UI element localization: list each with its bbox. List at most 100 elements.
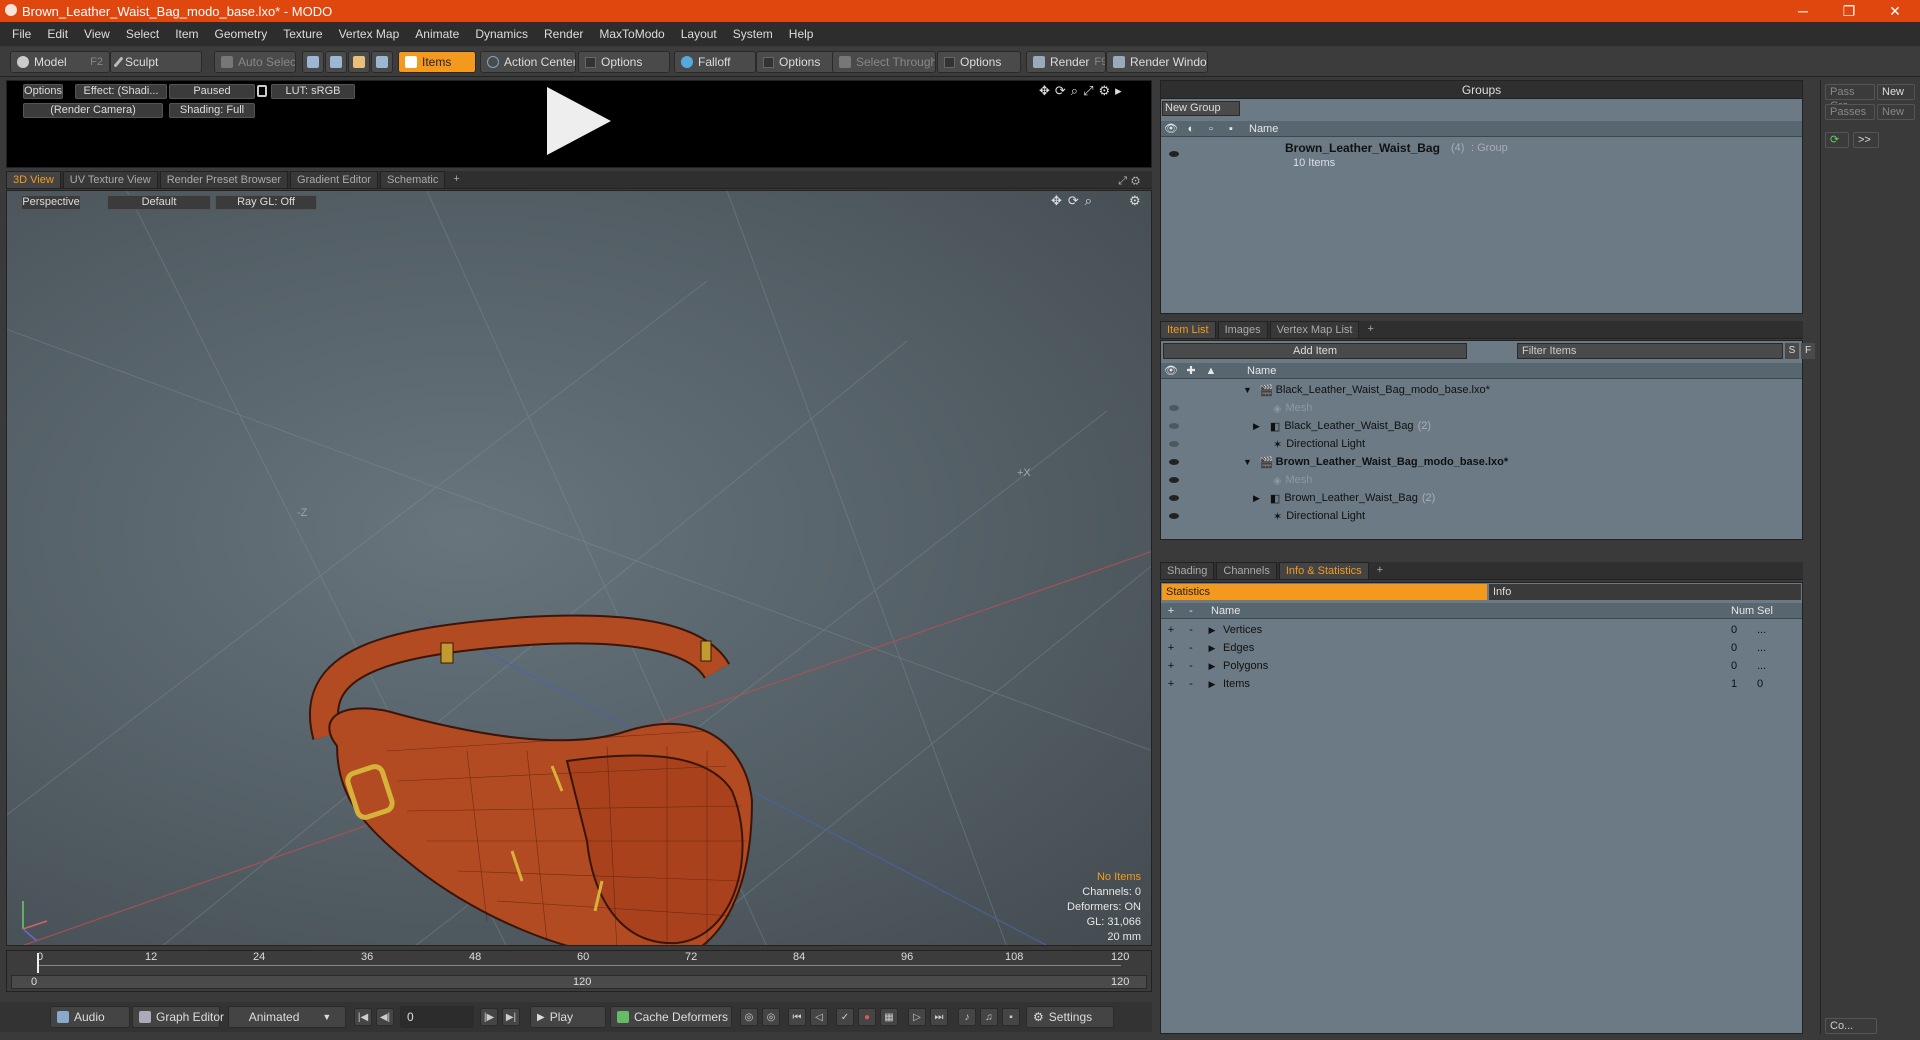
menu-file[interactable]: File	[4, 27, 39, 41]
materials-mode-button[interactable]	[371, 51, 393, 73]
key-prev-button[interactable]: ⏮	[788, 1008, 806, 1026]
playhead[interactable]	[37, 953, 39, 973]
viewport-gear-icon[interactable]: ⚙	[1129, 193, 1141, 209]
shading-dropdown[interactable]: Shading: Full	[169, 103, 255, 118]
edges-mode-button[interactable]	[325, 51, 347, 73]
eye-icon[interactable]	[1169, 513, 1179, 519]
tab-item-list[interactable]: Item List	[1160, 321, 1216, 338]
item-row-black-mesh[interactable]: ◈ Mesh	[1161, 399, 1802, 417]
tab-gradient-editor[interactable]: Gradient Editor	[290, 171, 378, 188]
new-group-button[interactable]: New Group	[1162, 101, 1240, 116]
tab-channels[interactable]: Channels	[1216, 562, 1277, 579]
collapsed-panel-button[interactable]: Co...	[1825, 1018, 1877, 1034]
graph-editor-button[interactable]: Graph Editor	[132, 1006, 224, 1028]
maximize-button[interactable]: ❐	[1826, 0, 1872, 22]
render-window-button[interactable]: Render Window	[1106, 51, 1208, 73]
eye-icon[interactable]	[1169, 151, 1179, 157]
key-back-button[interactable]: ◁	[810, 1008, 828, 1026]
filter-f-button[interactable]: F	[1801, 343, 1815, 359]
frame-input[interactable]: 0	[400, 1006, 474, 1028]
preview-paused-button[interactable]: Paused	[169, 84, 255, 99]
stats-row-vertices[interactable]: + - ▶ Vertices 0 ...	[1161, 621, 1802, 639]
eye-icon[interactable]	[1169, 405, 1179, 411]
add-tab-button[interactable]: +	[1371, 562, 1389, 579]
add-tab-button[interactable]: +	[447, 171, 465, 188]
default-dropdown[interactable]: Default	[107, 195, 211, 210]
filter-items-input[interactable]: Filter Items	[1517, 343, 1783, 359]
preview-options-button[interactable]: Options	[23, 84, 63, 99]
tab-images[interactable]: Images	[1217, 321, 1268, 338]
record-button[interactable]: ●	[858, 1008, 876, 1026]
item-row-brown-light[interactable]: ✶ Directional Light	[1161, 507, 1802, 525]
menu-select[interactable]: Select	[118, 27, 167, 41]
filter-s-button[interactable]: S	[1785, 343, 1799, 359]
audio-tool-2-button[interactable]: ♫	[980, 1008, 998, 1026]
menu-animate[interactable]: Animate	[407, 27, 467, 41]
eye-icon[interactable]	[1169, 477, 1179, 483]
stats-row-items[interactable]: + - ▶ Items 1 0	[1161, 675, 1802, 693]
item-row-black-bag[interactable]: ▶ ◧ Black_Leather_Waist_Bag (2)	[1161, 417, 1802, 435]
menu-layout[interactable]: Layout	[673, 27, 725, 41]
menu-help[interactable]: Help	[781, 27, 822, 41]
menu-view[interactable]: View	[76, 27, 118, 41]
viewport-nav-icons[interactable]: ✥⟳⌕	[1051, 193, 1098, 209]
item-row-black-light[interactable]: ✶ Directional Light	[1161, 435, 1802, 453]
action-center-options-button[interactable]: Options	[578, 51, 670, 73]
menu-item[interactable]: Item	[167, 27, 206, 41]
item-row-black-scene[interactable]: ▼ 🎬 Black_Leather_Waist_Bag_modo_base.lx…	[1161, 381, 1802, 399]
tab-shading[interactable]: Shading	[1160, 562, 1215, 579]
statistics-tab[interactable]: Statistics	[1162, 584, 1487, 600]
item-row-brown-scene[interactable]: ▼ 🎬 Brown_Leather_Waist_Bag_modo_base.lx…	[1161, 453, 1802, 471]
refresh-icon[interactable]: ⟳	[1825, 132, 1849, 148]
eye-icon[interactable]	[1169, 459, 1179, 465]
stats-row-edges[interactable]: + - ▶ Edges 0 ...	[1161, 639, 1802, 657]
animated-dropdown[interactable]: Animated ▼	[228, 1006, 346, 1028]
collapse-all-icon[interactable]: -	[1181, 605, 1201, 617]
preview-nav-icons[interactable]: ✥⟳⌕⤢⚙▸	[1039, 83, 1127, 99]
pass-groups-label[interactable]: Pass Gro	[1825, 84, 1875, 112]
raygl-dropdown[interactable]: Ray GL: Off	[215, 195, 317, 210]
render-camera-dropdown[interactable]: (Render Camera)	[23, 103, 163, 118]
tab-vertex-map-list[interactable]: Vertex Map List	[1269, 321, 1360, 338]
cache-deformers-button[interactable]: Cache Deformers	[610, 1006, 732, 1028]
play-icon[interactable]	[547, 87, 611, 155]
add-item-button[interactable]: Add Item	[1163, 343, 1467, 359]
audio-tool-1-button[interactable]: ♪	[958, 1008, 976, 1026]
tab-uv-texture-view[interactable]: UV Texture View	[62, 171, 158, 188]
audio-tool-3-button[interactable]: ▪	[1002, 1008, 1020, 1026]
lock-icon[interactable]	[257, 85, 267, 97]
item-row-brown-bag[interactable]: ▶ ◧ Brown_Leather_Waist_Bag (2)	[1161, 489, 1802, 507]
stats-row-polygons[interactable]: + - ▶ Polygons 0 ...	[1161, 657, 1802, 675]
lut-dropdown[interactable]: LUT: sRGB	[271, 84, 355, 99]
preview-effect-dropdown[interactable]: Effect: (Shadi...	[75, 84, 167, 99]
menu-system[interactable]: System	[725, 27, 781, 41]
play-button[interactable]: ▶ Play	[530, 1006, 606, 1028]
go-to-start-button[interactable]: |◀	[354, 1008, 372, 1026]
items-mode-button[interactable]: Items	[398, 51, 476, 73]
eye-icon[interactable]	[1169, 495, 1179, 501]
tab-render-preset-browser[interactable]: Render Preset Browser	[159, 171, 289, 188]
menu-dynamics[interactable]: Dynamics	[467, 27, 536, 41]
menu-geometry[interactable]: Geometry	[207, 27, 276, 41]
render-button[interactable]: Render F9	[1026, 51, 1106, 73]
go-to-end-button[interactable]: ▶|	[502, 1008, 520, 1026]
new-pass-group-button[interactable]: New	[1877, 84, 1915, 100]
key-next-button[interactable]: ▷	[908, 1008, 926, 1026]
add-tab-button[interactable]: +	[1361, 321, 1379, 338]
key-last-button[interactable]: ⏭	[930, 1008, 948, 1026]
polygons-mode-button[interactable]	[348, 51, 370, 73]
vertices-mode-button[interactable]	[302, 51, 324, 73]
step-forward-button[interactable]: |▶	[480, 1008, 498, 1026]
sculpt-button[interactable]: Sculpt	[110, 51, 202, 73]
new-pass-button[interactable]: New	[1877, 104, 1915, 120]
audio-button[interactable]: Audio	[50, 1006, 130, 1028]
falloff-button[interactable]: Falloff	[674, 51, 756, 73]
perspective-dropdown[interactable]: Perspective	[21, 195, 81, 210]
expand-all-icon[interactable]: +	[1161, 605, 1181, 617]
menu-texture[interactable]: Texture	[275, 27, 330, 41]
settings-button[interactable]: ⚙ Settings	[1026, 1006, 1114, 1028]
select-through-button[interactable]: Select Through	[832, 51, 936, 73]
eye-icon[interactable]	[1169, 441, 1179, 447]
expand-button[interactable]: >>	[1853, 132, 1879, 148]
falloff-options-button[interactable]: Options	[756, 51, 836, 73]
